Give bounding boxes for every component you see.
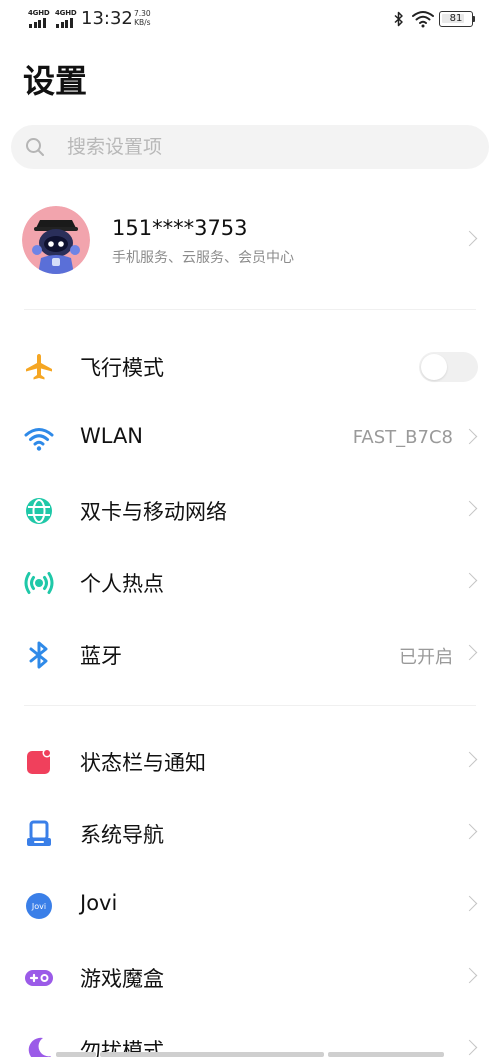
notification-icon — [27, 748, 52, 774]
wlan-network-name: FAST_B7C8 — [352, 427, 453, 448]
chevron-right-icon — [464, 230, 474, 248]
battery-icon: 81 — [439, 11, 473, 27]
airplane-mode-toggle[interactable] — [419, 352, 478, 382]
setting-label: Jovi — [80, 891, 118, 915]
chevron-right-icon — [464, 428, 474, 446]
navigation-gesture-bar[interactable] — [56, 1052, 444, 1057]
setting-bluetooth[interactable]: 蓝牙 已开启 — [0, 618, 500, 690]
account-card[interactable]: 151****3753 手机服务、云服务、会员中心 — [0, 200, 500, 284]
bluetooth-icon — [29, 641, 48, 669]
hotspot-icon — [24, 572, 54, 594]
search-icon — [26, 138, 44, 156]
chevron-right-icon — [464, 895, 474, 913]
account-subtitle: 手机服务、云服务、会员中心 — [112, 250, 294, 266]
jovi-icon-text: Jovi — [31, 902, 46, 911]
network-speed: 7.30 KB/s — [134, 9, 151, 27]
sim2-network-type: 4GHD — [55, 9, 77, 17]
search-input[interactable] — [67, 133, 467, 161]
search-bar[interactable] — [11, 125, 489, 169]
setting-label: WLAN — [80, 424, 144, 448]
chevron-right-icon — [464, 572, 474, 590]
setting-status-bar-notifications[interactable]: 状态栏与通知 — [0, 725, 500, 797]
wifi-status-icon — [412, 11, 434, 28]
chevron-right-icon — [464, 967, 474, 985]
sim2-signal-icon: 4GHD — [55, 9, 77, 29]
chevron-right-icon — [464, 500, 474, 518]
network-speed-value: 7.30 — [134, 9, 151, 18]
globe-icon — [26, 498, 52, 524]
setting-label: 飞行模式 — [80, 356, 164, 380]
avatar[interactable] — [22, 206, 90, 274]
avatar-image — [22, 206, 90, 274]
setting-wlan[interactable]: WLAN FAST_B7C8 — [0, 402, 500, 474]
setting-dual-sim-mobile-network[interactable]: 双卡与移动网络 — [0, 474, 500, 546]
sim1-signal-icon: 4GHD — [28, 9, 50, 29]
setting-system-navigation[interactable]: 系统导航 — [0, 797, 500, 869]
network-speed-unit: KB/s — [134, 18, 151, 27]
toggle-knob — [421, 354, 447, 380]
chevron-right-icon — [464, 1039, 474, 1057]
system-navigation-icon — [27, 820, 51, 846]
airplane-icon — [26, 354, 52, 380]
sim1-network-type: 4GHD — [28, 9, 50, 17]
bluetooth-status: 已开启 — [399, 647, 453, 668]
wifi-icon — [24, 428, 54, 451]
setting-personal-hotspot[interactable]: 个人热点 — [0, 546, 500, 618]
battery-tip — [473, 16, 475, 22]
page-title: 设置 — [23, 62, 88, 100]
gamepad-icon — [25, 970, 53, 986]
setting-label: 双卡与移动网络 — [80, 500, 227, 524]
chevron-right-icon — [464, 823, 474, 841]
account-name: 151****3753 — [112, 216, 248, 240]
setting-do-not-disturb[interactable]: 勿扰模式 — [0, 1013, 500, 1057]
moon-icon — [28, 1037, 51, 1057]
bluetooth-status-icon — [394, 11, 403, 27]
setting-game-box[interactable]: 游戏魔盒 — [0, 941, 500, 1013]
setting-label: 个人热点 — [80, 572, 164, 596]
setting-label: 系统导航 — [80, 823, 164, 847]
status-time: 13:32 — [81, 8, 133, 29]
battery-percentage: 81 — [449, 13, 463, 24]
jovi-icon: Jovi — [26, 893, 52, 919]
chevron-right-icon — [464, 644, 474, 662]
section-divider — [24, 705, 476, 706]
chevron-right-icon — [464, 751, 474, 769]
setting-jovi[interactable]: Jovi Jovi — [0, 869, 500, 941]
section-divider — [24, 309, 476, 310]
setting-label: 蓝牙 — [80, 644, 122, 668]
setting-airplane-mode[interactable]: 飞行模式 — [0, 330, 500, 402]
setting-label: 游戏魔盒 — [80, 967, 164, 991]
setting-label: 状态栏与通知 — [80, 751, 206, 775]
status-bar: 4GHD 4GHD 13:32 7.30 KB/s 81 — [0, 0, 500, 40]
